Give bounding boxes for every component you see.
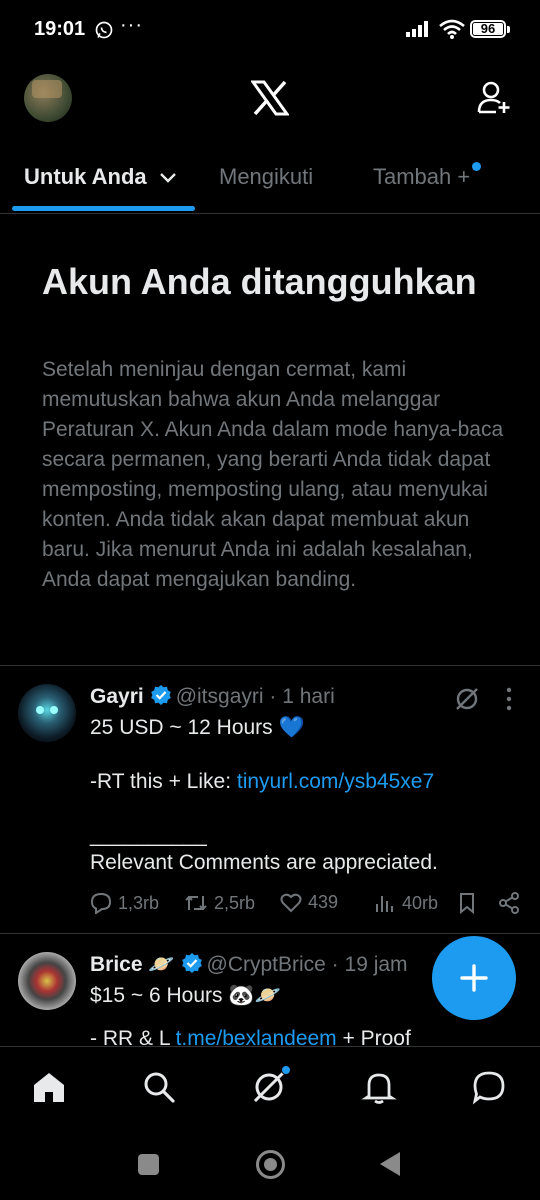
system-nav-bar: [0, 1130, 540, 1200]
tab-more-label: Tambah +: [373, 164, 471, 189]
battery-icon: 96: [470, 20, 510, 38]
repost-button[interactable]: 2,5rb: [184, 892, 255, 914]
post-line: -RT this + Like: tinyurl.com/ysb45xe7: [90, 768, 510, 795]
avatar[interactable]: [24, 74, 72, 122]
repost-icon: [185, 895, 207, 911]
nav-search[interactable]: [141, 1069, 177, 1105]
tab-for-you-label: Untuk Anda: [24, 164, 147, 189]
suspension-notice: Akun Anda ditangguhkan Setelah meninjau …: [0, 214, 540, 666]
notice-body: Setelah meninjau dengan cermat, kami mem…: [42, 358, 504, 591]
tab-more[interactable]: Tambah +: [373, 162, 482, 190]
app-header: [0, 60, 540, 142]
post-author-name[interactable]: Gayri: [90, 685, 144, 708]
post-line-prefix: - RR & L: [90, 1027, 176, 1046]
post-line-cut: - RR & L t.me/bexlandeem + Proof: [90, 1025, 510, 1046]
recents-button[interactable]: [138, 1154, 159, 1175]
bell-icon: [361, 1073, 397, 1104]
message-icon: [472, 1071, 505, 1105]
post-header: Brice 🪐 @CryptBrice · 19 jam: [90, 952, 408, 978]
more-vertical-icon[interactable]: [500, 686, 518, 712]
post-line-prefix: -RT this + Like:: [90, 770, 237, 793]
home-button[interactable]: [256, 1150, 285, 1179]
post-divider: __________: [90, 824, 207, 847]
tab-more-notification-dot: [472, 162, 482, 171]
home-icon: [34, 1073, 64, 1102]
post-line-suffix: + Proof: [336, 1027, 411, 1046]
add-user-icon[interactable]: [476, 80, 512, 116]
post-text: 25 USD ~ 12 Hours 💙 -RT this + Like: tin…: [90, 714, 510, 876]
compose-button[interactable]: [432, 936, 516, 1020]
reply-count: 1,3rb: [118, 892, 160, 913]
tab-following-label: Mengikuti: [219, 164, 314, 189]
post-link[interactable]: t.me/bexlandeem: [176, 1027, 337, 1046]
post-line: Relevant Comments are appreciated.: [90, 851, 438, 874]
status-more-dots: ···: [120, 14, 143, 36]
share-icon: [499, 892, 519, 914]
post-handle-time: @CryptBrice · 19 jam: [206, 953, 408, 976]
status-bar: 19:01 ··· 96: [0, 0, 540, 60]
battery-level: 96: [480, 21, 496, 36]
grok-notification-dot: [281, 1065, 291, 1075]
notice-title: Akun Anda ditangguhkan: [42, 261, 477, 302]
post-author-name[interactable]: Brice 🪐: [90, 953, 175, 976]
like-count: 439: [308, 892, 339, 912]
nav-grok[interactable]: [251, 1065, 291, 1105]
chevron-down-icon: [159, 173, 176, 183]
plus-icon: [460, 964, 488, 992]
verified-badge-icon: [150, 685, 171, 705]
views-button[interactable]: 40rb: [374, 892, 438, 914]
views-count: 40rb: [402, 892, 439, 913]
post-header: Gayri @itsgayri · 1 hari: [90, 684, 335, 710]
nav-notifications[interactable]: [361, 1069, 397, 1105]
wifi-icon: [439, 19, 465, 39]
x-logo-icon[interactable]: [251, 80, 289, 116]
back-button[interactable]: [380, 1152, 400, 1176]
share-button[interactable]: [498, 892, 520, 914]
post-actions: 1,3rb 2,5rb 439 40rb: [90, 892, 530, 918]
heart-icon: [280, 893, 302, 912]
whatsapp-icon: [95, 21, 113, 39]
feed-tabs: Untuk Anda Mengikuti Tambah +: [0, 142, 540, 214]
bookmark-button[interactable]: [457, 892, 477, 914]
post-avatar[interactable]: [18, 952, 76, 1010]
tab-indicator: [12, 206, 195, 211]
search-icon: [144, 1072, 175, 1103]
bookmark-icon: [460, 893, 474, 914]
post-handle-time: @itsgayri · 1 hari: [175, 685, 335, 708]
bottom-nav: [0, 1046, 540, 1130]
grok-icon[interactable]: [454, 686, 480, 712]
post-avatar[interactable]: [18, 684, 76, 742]
views-icon: [376, 896, 393, 912]
reply-icon: [90, 892, 112, 914]
reply-button[interactable]: 1,3rb: [90, 892, 159, 914]
grok-icon: [253, 1071, 285, 1103]
tab-following[interactable]: Mengikuti: [219, 164, 313, 190]
post[interactable]: Gayri @itsgayri · 1 hari 25 USD ~ 12 Hou…: [0, 666, 540, 934]
status-time: 19:01: [34, 18, 86, 40]
post-link[interactable]: tinyurl.com/ysb45xe7: [237, 770, 434, 793]
nav-messages[interactable]: [471, 1069, 507, 1105]
signal-icon: [406, 21, 428, 37]
post-line: 25 USD ~ 12 Hours 💙: [90, 716, 305, 739]
verified-badge-icon: [181, 953, 202, 973]
repost-count: 2,5rb: [214, 892, 256, 913]
tab-for-you[interactable]: Untuk Anda: [24, 164, 177, 190]
like-button[interactable]: 439: [280, 892, 338, 913]
nav-home[interactable]: [31, 1069, 67, 1105]
